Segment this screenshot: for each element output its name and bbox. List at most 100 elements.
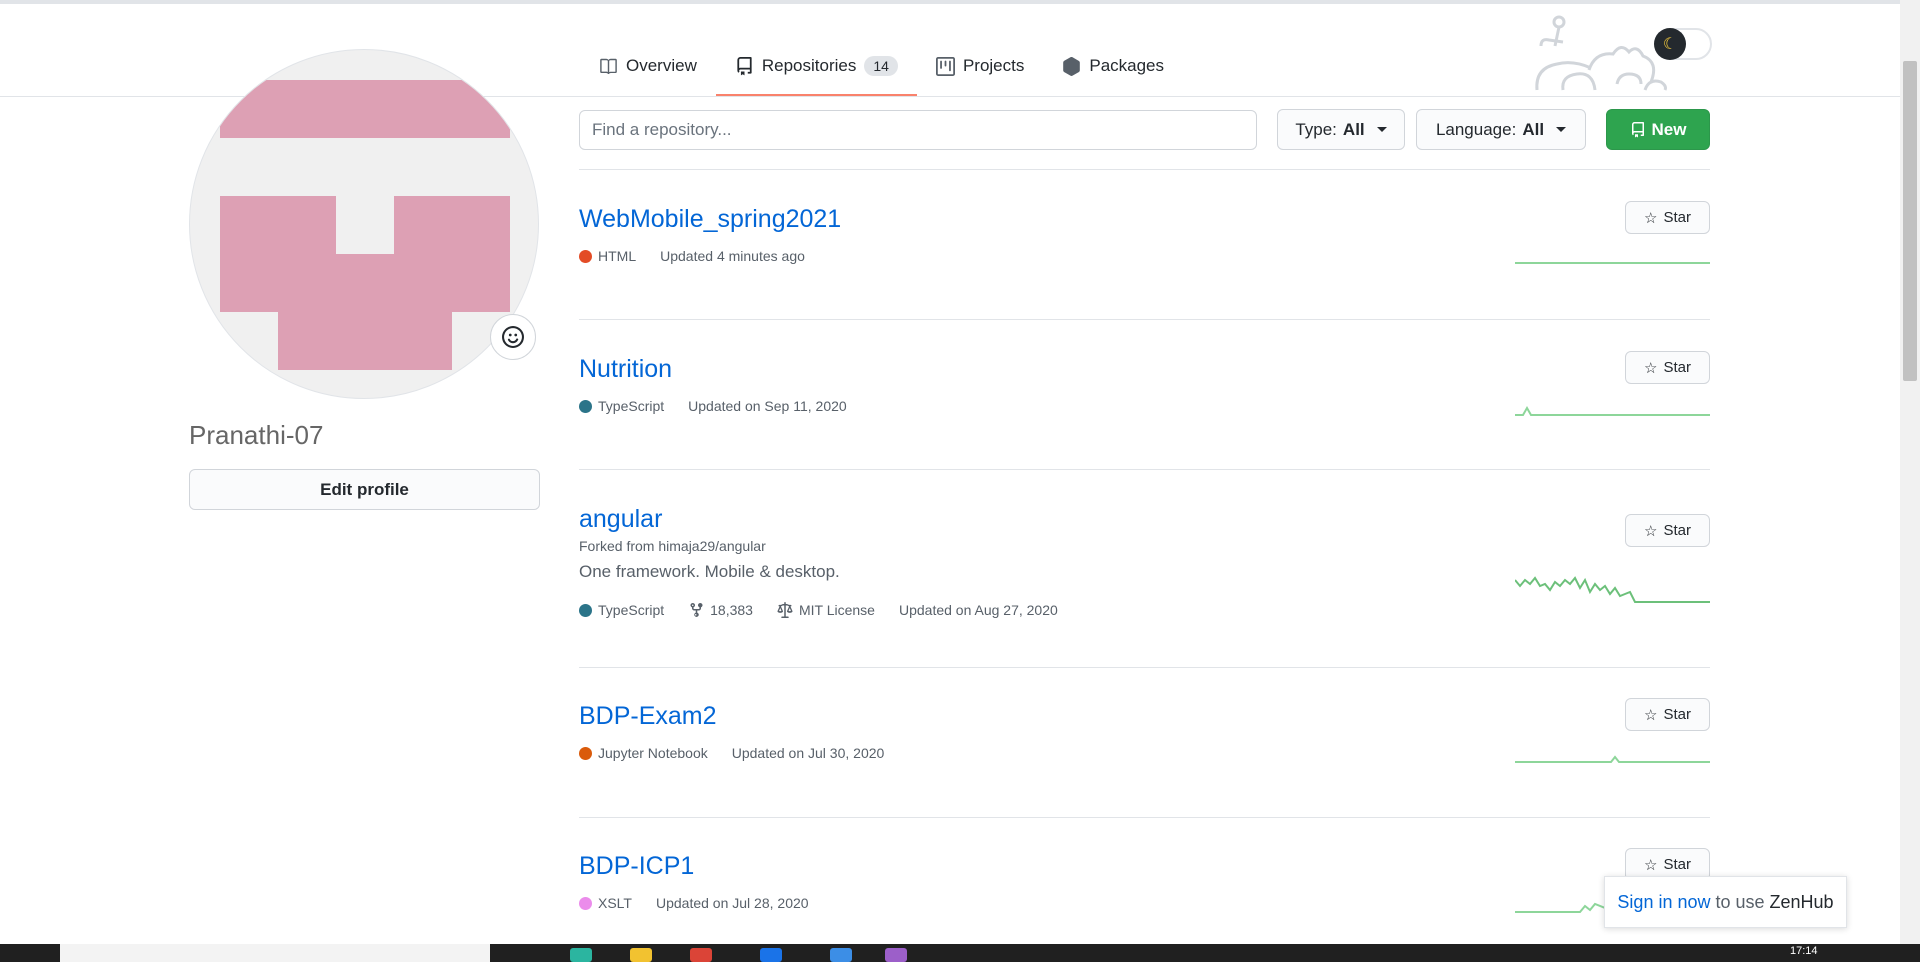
star-icon: ☆ xyxy=(1644,706,1658,724)
type-filter-label: Type: xyxy=(1295,119,1337,139)
taskbar-clock: 17:14 xyxy=(1790,945,1818,957)
star-label: Star xyxy=(1663,522,1691,539)
repo-updated: Updated on Jul 30, 2020 xyxy=(731,745,885,761)
star-button[interactable]: ☆ Star xyxy=(1625,514,1710,547)
tab-label: Overview xyxy=(626,56,697,75)
repo-divider xyxy=(579,817,1710,818)
star-button[interactable]: ☆ Star xyxy=(1625,201,1710,234)
repo-language: HTML xyxy=(579,248,636,264)
caret-down-icon xyxy=(1376,127,1387,132)
repo-updated: Updated on Aug 27, 2020 xyxy=(898,602,1058,618)
profile-username: Pranathi-07 xyxy=(189,420,324,450)
new-repository-button[interactable]: New xyxy=(1606,109,1710,150)
tab-label: Projects xyxy=(962,56,1025,75)
star-icon: ☆ xyxy=(1644,359,1658,377)
activity-sparkline xyxy=(1515,576,1710,603)
scrollbar-thumb[interactable] xyxy=(1903,61,1917,381)
activity-sparkline xyxy=(1515,755,1710,763)
activity-sparkline xyxy=(1515,405,1710,416)
repo-updated: Updated on Jul 28, 2020 xyxy=(655,895,809,911)
folder-icon[interactable] xyxy=(630,948,652,962)
language-name: Jupyter Notebook xyxy=(598,745,708,761)
repo-icon xyxy=(1631,121,1644,137)
repo-name-link[interactable]: BDP-Exam2 xyxy=(579,702,717,730)
zenhub-signin-popup: Sign in now to use ZenHub xyxy=(1604,876,1847,928)
repo-divider xyxy=(579,319,1710,320)
repo-count-badge: 14 xyxy=(864,56,898,76)
star-icon: ☆ xyxy=(1644,209,1658,227)
tab-repositories[interactable]: Repositories 14 xyxy=(715,42,918,96)
language-color-dot xyxy=(579,603,592,617)
top-strip xyxy=(0,0,1900,4)
chrome-icon[interactable] xyxy=(690,948,712,962)
zenhub-brand: ZenHub xyxy=(1769,891,1834,912)
avatar xyxy=(189,49,539,399)
taskbar-app-icon[interactable] xyxy=(885,948,907,962)
language-color-dot xyxy=(579,896,592,910)
star-button[interactable]: ☆ Star xyxy=(1625,351,1710,384)
type-filter-dropdown[interactable]: Type: All xyxy=(1277,109,1405,150)
repo-language: TypeScript xyxy=(579,398,664,414)
star-icon: ☆ xyxy=(1644,856,1658,874)
language-name: TypeScript xyxy=(598,398,665,414)
vscode-icon[interactable] xyxy=(830,948,852,962)
repo-name-link[interactable]: WebMobile_spring2021 xyxy=(579,205,841,233)
find-repository-input[interactable] xyxy=(579,110,1257,150)
repo-name-link[interactable]: angular xyxy=(579,505,662,533)
zenhub-middle-text: to use xyxy=(1715,891,1765,912)
fork-icon xyxy=(690,602,703,617)
star-button[interactable]: ☆ Star xyxy=(1625,698,1710,731)
repo-language: XSLT xyxy=(579,895,632,911)
tab-packages[interactable]: Packages xyxy=(1043,42,1183,90)
type-filter-value: All xyxy=(1342,119,1365,139)
language-filter-value: All xyxy=(1522,119,1545,139)
caret-down-icon xyxy=(1556,127,1567,132)
zenhub-signin-link[interactable]: Sign in now xyxy=(1617,892,1710,913)
law-icon xyxy=(777,602,793,618)
taskbar-search[interactable] xyxy=(60,944,490,962)
repo-forks[interactable]: 18,383 xyxy=(688,602,753,618)
dark-mode-toggle[interactable]: ☾ xyxy=(1654,28,1712,60)
taskbar-app-icon[interactable] xyxy=(570,948,592,962)
new-button-label: New xyxy=(1651,119,1687,139)
smiley-icon xyxy=(502,326,524,348)
forked-from-text: Forked from himaja29/angular xyxy=(579,538,766,554)
profile-tabs: Overview Repositories 14 Projects Packag… xyxy=(580,42,1183,96)
tab-label: Packages xyxy=(1089,56,1165,75)
repo-divider xyxy=(579,469,1710,470)
os-taskbar: 17:14 xyxy=(0,944,1920,962)
repo-license: MIT License xyxy=(777,602,875,618)
language-name: TypeScript xyxy=(598,602,665,618)
activity-sparkline xyxy=(1515,262,1710,264)
activity-sparkline xyxy=(1515,902,1605,913)
language-color-dot xyxy=(579,746,592,760)
edit-profile-button[interactable]: Edit profile xyxy=(189,469,540,510)
page-scrollbar[interactable] xyxy=(1900,0,1920,944)
taskbar-app-icon[interactable] xyxy=(760,948,782,962)
tab-overview[interactable]: Overview xyxy=(580,42,716,90)
star-label: Star xyxy=(1663,706,1691,723)
repo-divider xyxy=(579,667,1710,668)
repo-icon xyxy=(737,56,752,75)
language-color-dot xyxy=(579,399,592,413)
star-label: Star xyxy=(1663,856,1691,873)
identicon-image xyxy=(220,80,510,370)
star-label: Star xyxy=(1663,209,1691,226)
repo-updated: Updated on Sep 11, 2020 xyxy=(688,398,847,414)
project-icon xyxy=(935,56,955,76)
repo-language: Jupyter Notebook xyxy=(579,745,708,761)
tab-projects[interactable]: Projects xyxy=(917,42,1043,90)
package-icon xyxy=(1063,56,1081,76)
repo-name-link[interactable]: BDP-ICP1 xyxy=(579,852,694,880)
language-color-dot xyxy=(579,249,592,263)
tab-label: Repositories xyxy=(761,56,857,75)
repo-name-link[interactable]: Nutrition xyxy=(579,355,672,383)
language-name: HTML xyxy=(598,248,637,264)
octocat-mascot-illustration xyxy=(1535,15,1667,91)
language-filter-dropdown[interactable]: Language: All xyxy=(1416,109,1586,150)
star-label: Star xyxy=(1663,359,1691,376)
set-status-button[interactable] xyxy=(490,314,536,360)
book-icon xyxy=(600,58,617,74)
moon-icon: ☾ xyxy=(1654,28,1686,60)
filter-divider xyxy=(579,169,1710,170)
